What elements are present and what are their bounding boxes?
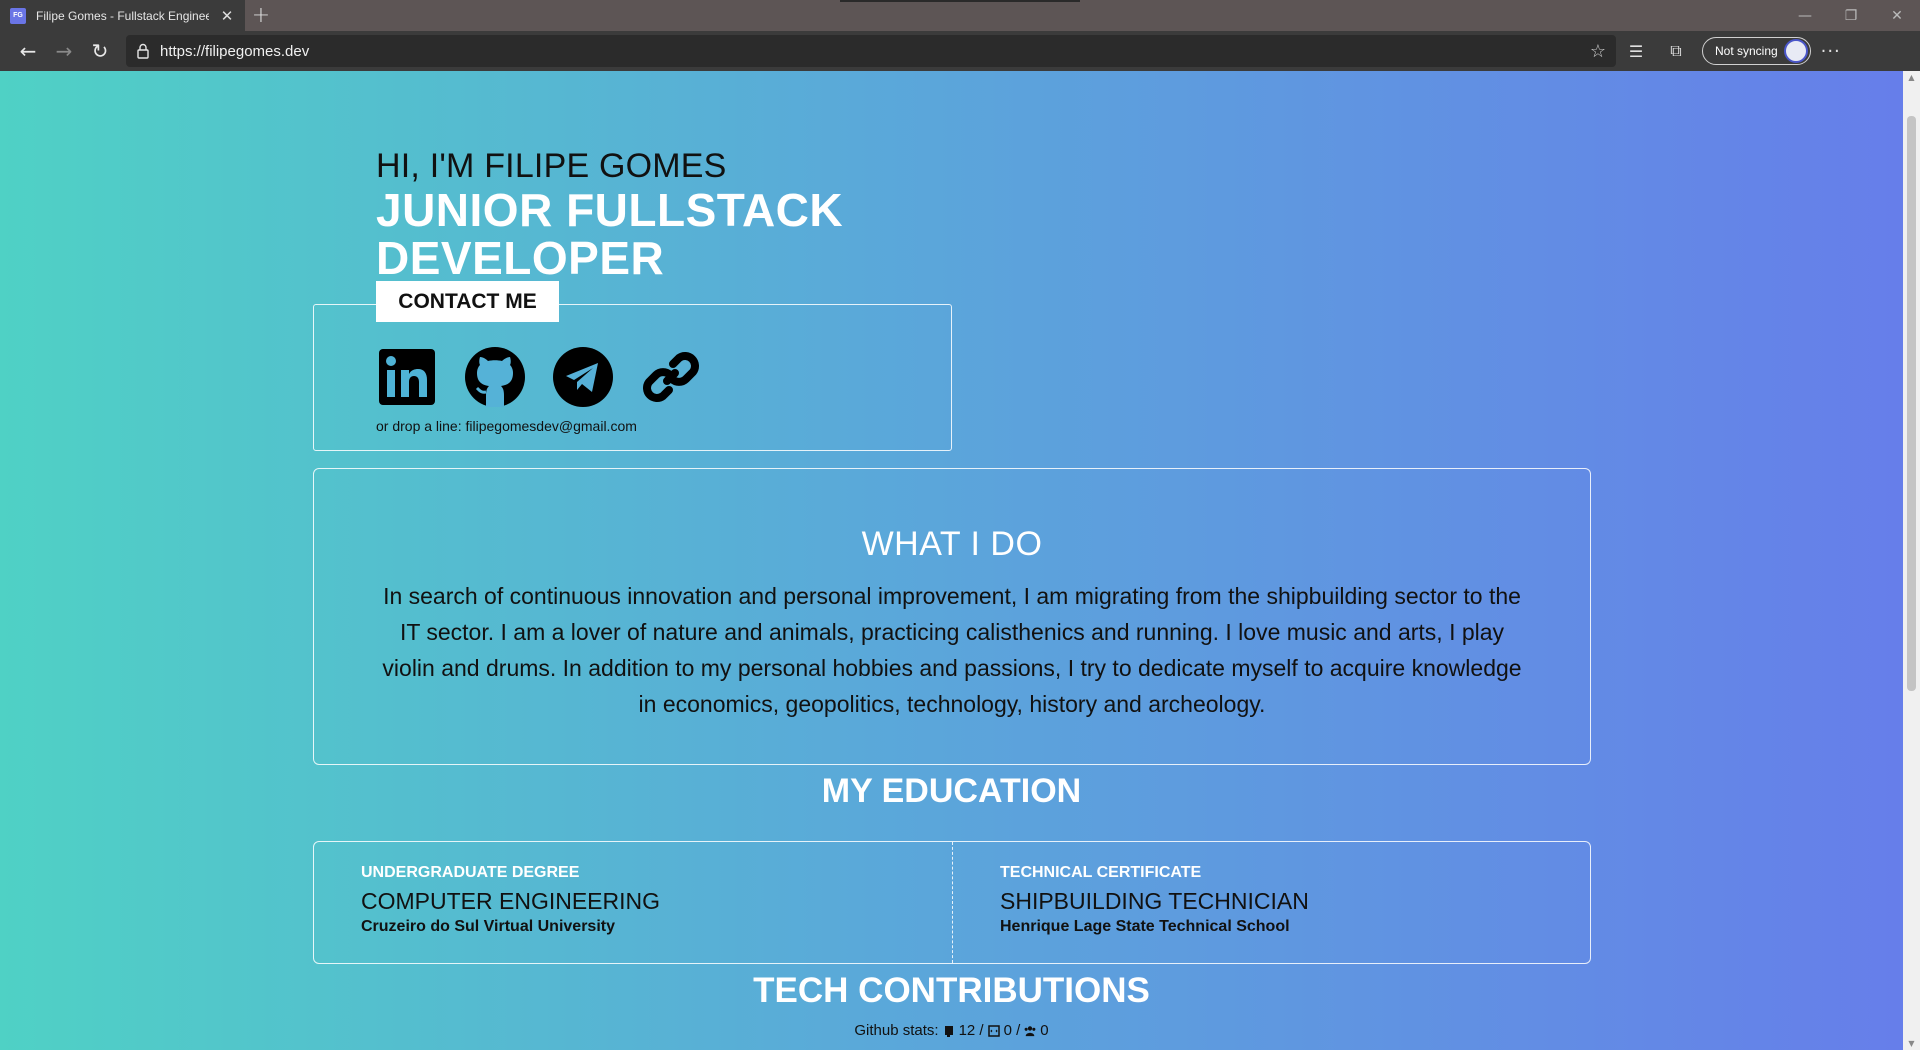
tab-title: Filipe Gomes - Fullstack Enginee bbox=[36, 8, 209, 23]
hero-section: HI, I'M FILIPE GOMES JUNIOR FULLSTACK DE… bbox=[376, 147, 843, 282]
favicon-icon: FG bbox=[10, 7, 26, 24]
linkedin-icon[interactable] bbox=[376, 346, 438, 408]
contact-me-button[interactable]: CONTACT ME bbox=[376, 281, 559, 322]
education-item: TECHNICAL CERTIFICATE SHIPBUILDING TECHN… bbox=[952, 842, 1590, 963]
forward-icon[interactable]: → bbox=[46, 35, 82, 67]
education-type: TECHNICAL CERTIFICATE bbox=[1000, 864, 1202, 881]
close-window-icon[interactable]: ✕ bbox=[1874, 0, 1920, 31]
close-tab-icon[interactable]: ✕ bbox=[219, 7, 235, 25]
gist-count: 0 / bbox=[1003, 1022, 1021, 1039]
followers-icon bbox=[1024, 1025, 1036, 1036]
education-school: Cruzeiro do Sul Virtual University bbox=[361, 918, 615, 935]
avatar bbox=[1783, 39, 1808, 63]
gist-icon bbox=[987, 1024, 1000, 1037]
what-i-do-section: WHAT I DO In search of continuous innova… bbox=[313, 468, 1591, 765]
lock-icon bbox=[137, 43, 149, 59]
tech-contributions-title: TECH CONTRIBUTIONS bbox=[753, 971, 1150, 1010]
restore-icon[interactable]: ❐ bbox=[1828, 0, 1874, 31]
telegram-icon[interactable] bbox=[552, 346, 614, 408]
what-i-do-text: In search of continuous innovation and p… bbox=[382, 583, 1522, 717]
education-name: SHIPBUILDING TECHNICIAN bbox=[1000, 888, 1309, 914]
repo-icon bbox=[944, 1025, 953, 1037]
browser-tab[interactable]: FG Filipe Gomes - Fullstack Enginee ✕ bbox=[0, 0, 245, 31]
more-menu-icon[interactable]: ··· bbox=[1811, 41, 1851, 62]
education-type: UNDERGRADUATE DEGREE bbox=[361, 864, 580, 881]
page-scrollbar[interactable]: ▲ ▼ bbox=[1903, 71, 1920, 1050]
collections-icon[interactable]: ⧉ bbox=[1656, 35, 1696, 67]
hero-greeting: HI, I'M FILIPE GOMES bbox=[376, 147, 727, 185]
link-icon[interactable] bbox=[640, 346, 702, 408]
minimize-icon[interactable]: — bbox=[1782, 0, 1828, 31]
social-links bbox=[376, 346, 702, 408]
sync-label: Not syncing bbox=[1715, 44, 1778, 58]
favorite-star-icon[interactable]: ☆ bbox=[1590, 41, 1606, 62]
hero-role-line2: DEVELOPER bbox=[376, 232, 665, 284]
education-item: UNDERGRADUATE DEGREE COMPUTER ENGINEERIN… bbox=[314, 842, 952, 963]
drag-indicator bbox=[840, 0, 1080, 2]
education-box: UNDERGRADUATE DEGREE COMPUTER ENGINEERIN… bbox=[313, 841, 1591, 964]
scroll-down-icon[interactable]: ▼ bbox=[1907, 1039, 1916, 1048]
browser-toolbar: ← → ↻ https://filipegomes.dev ☆ ☰ ⧉ Not … bbox=[0, 31, 1920, 71]
address-bar[interactable]: https://filipegomes.dev ☆ bbox=[126, 35, 1616, 67]
sync-button[interactable]: Not syncing bbox=[1702, 37, 1811, 65]
scrollbar-thumb[interactable] bbox=[1907, 116, 1916, 691]
browser-titlebar: FG Filipe Gomes - Fullstack Enginee ✕ + … bbox=[0, 0, 1920, 31]
what-i-do-title: WHAT I DO bbox=[861, 525, 1043, 563]
followers-count: 0 bbox=[1040, 1022, 1049, 1039]
window-controls: — ❐ ✕ bbox=[1782, 0, 1920, 31]
repo-count: 12 / bbox=[958, 1022, 984, 1039]
favorites-icon[interactable]: ☰ bbox=[1616, 35, 1656, 67]
url-text[interactable]: https://filipegomes.dev bbox=[160, 43, 1580, 60]
github-icon[interactable] bbox=[464, 346, 526, 408]
github-stats: Github stats: 12 / 0 / 0 bbox=[0, 1022, 1903, 1039]
education-name: COMPUTER ENGINEERING bbox=[361, 888, 661, 914]
education-school: Henrique Lage State Technical School bbox=[1000, 918, 1290, 935]
page-viewport: HI, I'M FILIPE GOMES JUNIOR FULLSTACK DE… bbox=[0, 71, 1903, 1050]
education-title: MY EDUCATION bbox=[821, 772, 1082, 810]
hero-role-line1: JUNIOR FULLSTACK bbox=[376, 184, 844, 236]
scroll-up-icon[interactable]: ▲ bbox=[1907, 73, 1916, 82]
new-tab-icon[interactable]: + bbox=[245, 0, 277, 31]
github-stats-label: Github stats: bbox=[854, 1022, 939, 1039]
back-icon[interactable]: ← bbox=[10, 35, 46, 67]
refresh-icon[interactable]: ↻ bbox=[82, 35, 118, 67]
email-line[interactable]: or drop a line: filipegomesdev@gmail.com bbox=[376, 418, 637, 434]
